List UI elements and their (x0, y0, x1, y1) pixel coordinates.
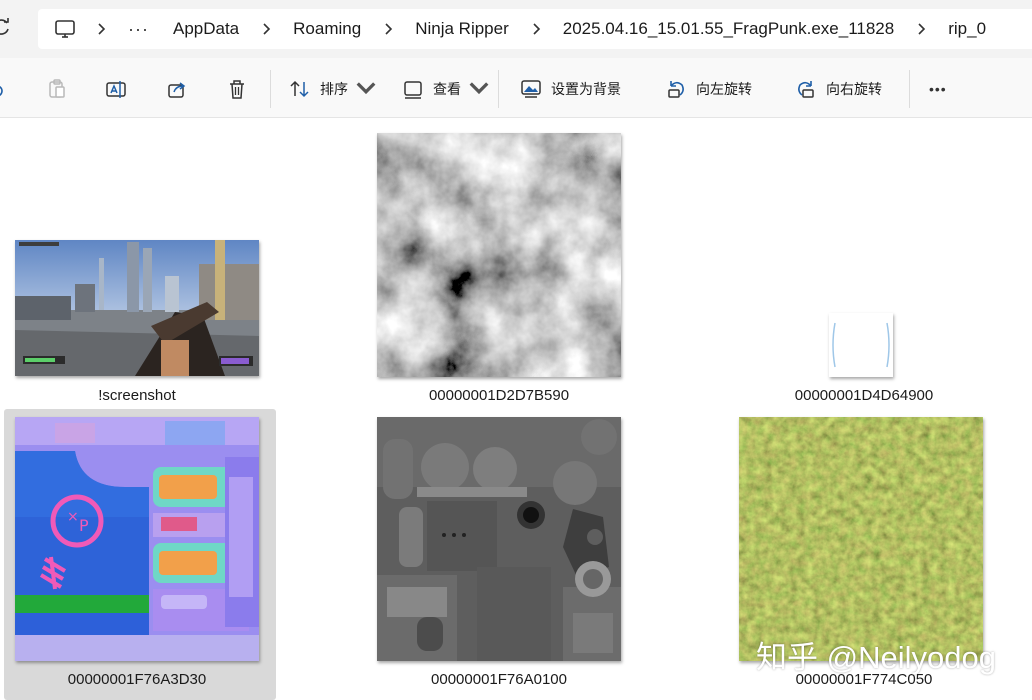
cloud-noise-texture-thumbnail[interactable] (377, 133, 621, 377)
game-screenshot-thumbnail[interactable] (15, 240, 259, 376)
trash-icon (230, 80, 244, 99)
cut-button[interactable] (0, 76, 8, 102)
file-name: !screenshot (98, 387, 176, 404)
rotate-right-button[interactable]: 向右旋转 (795, 76, 882, 102)
breadcrumb-rip-0[interactable]: rip_0 (948, 19, 986, 39)
paste-button[interactable] (46, 76, 68, 102)
refresh-icon[interactable] (0, 17, 12, 37)
file-name: 00000001F76A3D30 (67, 671, 207, 688)
chevron-down-icon (469, 82, 489, 95)
rotate-right-label: 向右旋转 (826, 81, 882, 97)
view-label: 查看 (433, 81, 461, 97)
chevron-right-icon[interactable] (916, 22, 926, 36)
breadcrumb-appdata[interactable]: AppData (173, 19, 239, 39)
svg-text:P: P (79, 516, 89, 535)
rotate-left-button[interactable]: 向左旋转 (665, 76, 752, 102)
rotate-left-label: 向左旋转 (696, 81, 752, 97)
gray-occlusion-texture-thumbnail[interactable] (377, 417, 621, 661)
set-background-button[interactable]: 设置为背景 (520, 76, 621, 102)
view-button[interactable]: 查看 (402, 76, 490, 102)
rotate-right-icon (798, 81, 814, 98)
share-button[interactable] (166, 76, 188, 102)
normal-map-texture-thumbnail[interactable]: × P (15, 417, 259, 661)
more-options-button[interactable]: ••• (929, 76, 947, 102)
sort-button[interactable]: 排序 (289, 76, 377, 102)
breadcrumb-overflow-button[interactable]: ··· (128, 20, 149, 38)
chevron-down-icon (356, 82, 376, 95)
file-name: 00000001D2D7B590 (428, 387, 570, 404)
view-icon (404, 81, 422, 99)
rename-icon (106, 81, 126, 98)
delete-button[interactable] (226, 76, 248, 102)
address-bar-row: ··· AppData Roaming Ninja Ripper 2025.04… (0, 0, 1032, 58)
toolbar-separator (270, 70, 271, 108)
breadcrumb-rip-session[interactable]: 2025.04.16_15.01.55_FragPunk.exe_11828 (563, 19, 894, 39)
breadcrumb-ninja-ripper[interactable]: Ninja Ripper (415, 19, 509, 39)
watermark-text: 知乎 @Neilyodog (756, 640, 996, 675)
set-background-icon (521, 80, 541, 98)
this-pc-icon[interactable] (54, 18, 76, 40)
rename-button[interactable] (105, 76, 127, 102)
share-icon (168, 82, 186, 98)
toolbar-separator (909, 70, 910, 108)
rotate-left-icon (668, 81, 684, 98)
set-background-label: 设置为背景 (551, 81, 621, 97)
command-bar: 排序 查看 设置为背景 向左旋转 向右旋转 ••• (0, 58, 1032, 118)
chevron-right-icon[interactable] (383, 22, 393, 36)
chevron-right-icon[interactable] (96, 22, 106, 36)
address-bar[interactable]: ··· AppData Roaming Ninja Ripper 2025.04… (38, 9, 1032, 49)
sort-label: 排序 (320, 81, 348, 97)
grass-ground-texture-thumbnail[interactable] (739, 417, 983, 661)
breadcrumb-roaming[interactable]: Roaming (293, 19, 361, 39)
white-texture-thumbnail[interactable] (829, 313, 893, 377)
cut-icon (0, 86, 3, 96)
file-grid: !screenshot 00000001D2D7B590 00000001D4D… (0, 119, 1032, 700)
sort-icon (290, 80, 309, 98)
chevron-right-icon[interactable] (531, 22, 541, 36)
chevron-right-icon[interactable] (261, 22, 271, 36)
paste-icon (49, 79, 65, 98)
file-name: 00000001F76A0100 (431, 671, 567, 688)
toolbar-separator (498, 70, 499, 108)
svg-text:×: × (67, 509, 79, 525)
file-name: 00000001D4D64900 (794, 387, 934, 404)
